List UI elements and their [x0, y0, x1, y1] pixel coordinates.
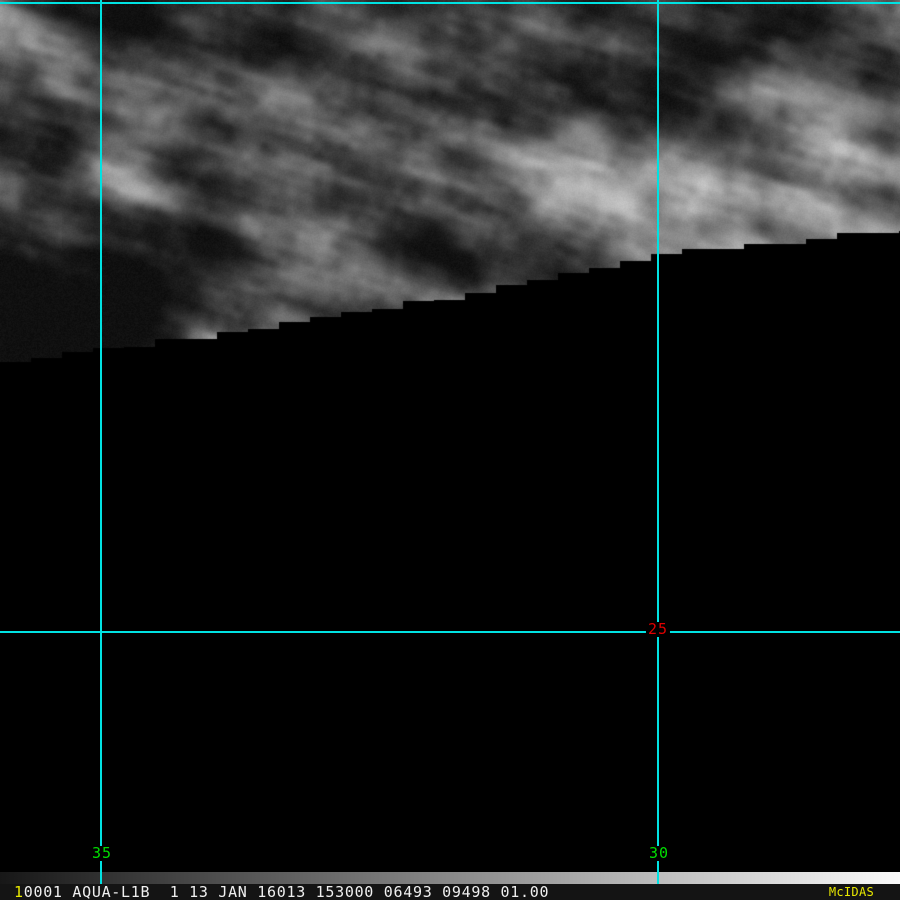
image-info-text: 0001 AQUA-L1B 1 13 JAN 16013 153000 0649…	[23, 883, 550, 900]
satellite-image-display[interactable]	[0, 0, 900, 380]
graticule-parallel-top	[0, 2, 900, 4]
mcidas-logo-text: McIDAS	[828, 885, 874, 899]
mcidas-display-window: 25 35 30 10001 AQUA-L1B 1 13 JAN 16013 1…	[0, 0, 900, 900]
graticule-parallel-25	[0, 631, 900, 633]
longitude-label-30: 30	[646, 844, 672, 862]
graticule-meridian-30	[657, 0, 659, 884]
status-bar: 10001 AQUA-L1B 1 13 JAN 16013 153000 064…	[0, 884, 900, 900]
frame-number: 1	[14, 883, 24, 900]
status-text: 10001 AQUA-L1B 1 13 JAN 16013 153000 064…	[14, 884, 549, 900]
latitude-label-25: 25	[645, 620, 671, 638]
graticule-meridian-35	[100, 0, 102, 884]
longitude-label-35: 35	[89, 844, 115, 862]
